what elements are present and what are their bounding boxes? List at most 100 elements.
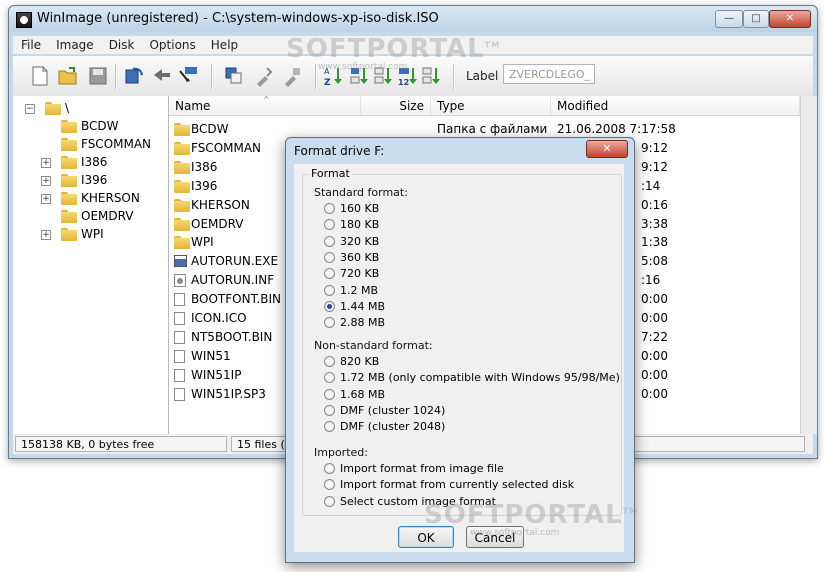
radio-label: Import format from currently selected di… [340, 478, 575, 492]
no-sort-icon[interactable] [421, 65, 443, 87]
radio-label: 1.44 MB [340, 299, 386, 313]
file-name: KHERSON [191, 197, 250, 212]
dialog-title: Format drive F: [294, 144, 385, 158]
window-title: WinImage (unregistered) - C:\system-wind… [37, 11, 439, 26]
radio-label: 360 KB [340, 250, 380, 264]
tree-item-label: KHERSON [81, 191, 140, 205]
folder-icon [61, 120, 77, 133]
file-modified: 9:12 [641, 140, 668, 155]
svg-text:12: 12 [398, 78, 409, 87]
file-name: AUTORUN.INF [191, 273, 275, 288]
radio-label: 2.88 MB [340, 316, 386, 330]
sort-ascending-icon: ^ [263, 96, 270, 104]
svg-text:Z: Z [324, 78, 331, 87]
executable-icon [174, 255, 187, 268]
file-name: WPI [191, 235, 214, 250]
app-icon [16, 12, 32, 28]
tree-item-label: I396 [81, 173, 108, 187]
menu-help[interactable]: Help [203, 36, 245, 52]
close-button[interactable]: ✕ [769, 10, 811, 28]
file-icon [174, 349, 185, 363]
file-modified: 9:12 [641, 159, 668, 174]
file-modified: 0:00 [641, 367, 668, 382]
menu-image[interactable]: Image [48, 36, 101, 52]
file-icon [174, 312, 185, 325]
radio-button-icon[interactable] [324, 388, 335, 400]
watermark-logo-top: SOFTPORTALTM [286, 34, 501, 64]
folder-icon [174, 236, 190, 250]
file-name: I396 [191, 178, 218, 193]
column-header-name[interactable]: Name ^ [169, 96, 361, 116]
radio-button-icon[interactable] [324, 251, 335, 263]
file-modified: 0:16 [641, 197, 668, 212]
radio-label: 820 KB [340, 355, 380, 368]
new-file-icon[interactable] [29, 65, 51, 87]
file-modified: 5:08 [641, 254, 668, 269]
expand-icon[interactable]: + [41, 230, 51, 240]
read-disk-icon[interactable] [123, 65, 145, 87]
menu-file[interactable]: File [13, 36, 48, 52]
maximize-button[interactable]: □ [743, 10, 769, 28]
dialog-body: Format Standard format: 160 KB 180 KB 320 … [294, 164, 624, 552]
file-name: WIN51IP.SP3 [191, 386, 266, 401]
folder-icon [61, 156, 77, 169]
extract-icon[interactable] [177, 65, 199, 87]
radio-button-icon[interactable] [324, 404, 335, 416]
radio-button-icon[interactable] [324, 495, 335, 507]
radio-button-icon[interactable] [324, 203, 335, 214]
expand-icon[interactable]: + [41, 176, 51, 186]
file-modified: :14 [641, 178, 661, 193]
dialog-close-button[interactable]: ✕ [586, 140, 628, 158]
file-icon [174, 368, 185, 382]
label-caption: Label : [466, 69, 507, 83]
column-header-modified[interactable]: Modified [551, 96, 800, 116]
radio-button-icon[interactable] [324, 284, 335, 296]
menu-disk[interactable]: Disk [101, 36, 142, 52]
file-icon [174, 293, 185, 307]
nonstandard-format-label: Non-standard format: [314, 339, 433, 352]
standard-format-label: Standard format: [314, 186, 408, 199]
folder-icon [61, 228, 77, 241]
save-icon[interactable] [87, 65, 109, 87]
file-name: FSCOMMAN [191, 140, 262, 155]
folder-icon [174, 141, 190, 155]
file-name: BCDW [191, 122, 229, 136]
radio-label: 180 KB [340, 218, 380, 232]
write-disk-icon[interactable] [151, 65, 173, 87]
file-modified: 1:38 [641, 235, 668, 250]
menu-options[interactable]: Options [141, 36, 202, 52]
file-name: WIN51IP [191, 367, 242, 382]
tree-item-label: I386 [81, 155, 108, 169]
radio-button-icon[interactable] [324, 300, 335, 312]
column-header-type[interactable]: Type [431, 96, 551, 116]
open-folder-icon[interactable] [57, 65, 79, 87]
radio-label: 320 KB [340, 234, 380, 248]
radio-button-icon[interactable] [324, 235, 335, 247]
radio-label: DMF (cluster 1024) [340, 403, 446, 417]
check-disk-icon[interactable] [253, 65, 275, 87]
collapse-icon[interactable]: − [25, 104, 35, 114]
folder-icon [174, 123, 190, 136]
tree-root-label: \ [65, 101, 70, 115]
file-name: OEMDRV [191, 216, 244, 231]
disk-info-icon[interactable] [223, 65, 245, 87]
volume-label-field[interactable] [503, 64, 595, 84]
radio-button-icon[interactable] [324, 356, 335, 367]
radio-label: DMF (cluster 2048) [340, 420, 446, 434]
expand-icon[interactable]: + [41, 194, 51, 204]
file-modified: :16 [641, 273, 661, 288]
imported-label: Imported: [314, 446, 368, 459]
vertical-scrollbar[interactable] [800, 96, 817, 434]
format-disk-icon[interactable] [281, 65, 303, 87]
title-bar[interactable]: WinImage (unregistered) - C:\system-wind… [9, 6, 817, 32]
folder-tree: − \ BCDW FSCOMMAN + I386 + I396 + KHERSON OEMDRV… [13, 96, 169, 434]
file-name: I386 [191, 159, 218, 174]
radio-label: Import format from image file [340, 462, 504, 475]
file-modified: 0:00 [641, 348, 668, 363]
expand-icon[interactable]: + [41, 158, 51, 168]
radio-button-icon[interactable] [324, 463, 335, 474]
column-header-size[interactable]: Size [361, 96, 431, 116]
file-name: BOOTFONT.BIN [191, 292, 282, 307]
file-icon [174, 330, 185, 344]
minimize-button[interactable]: — [715, 10, 743, 28]
